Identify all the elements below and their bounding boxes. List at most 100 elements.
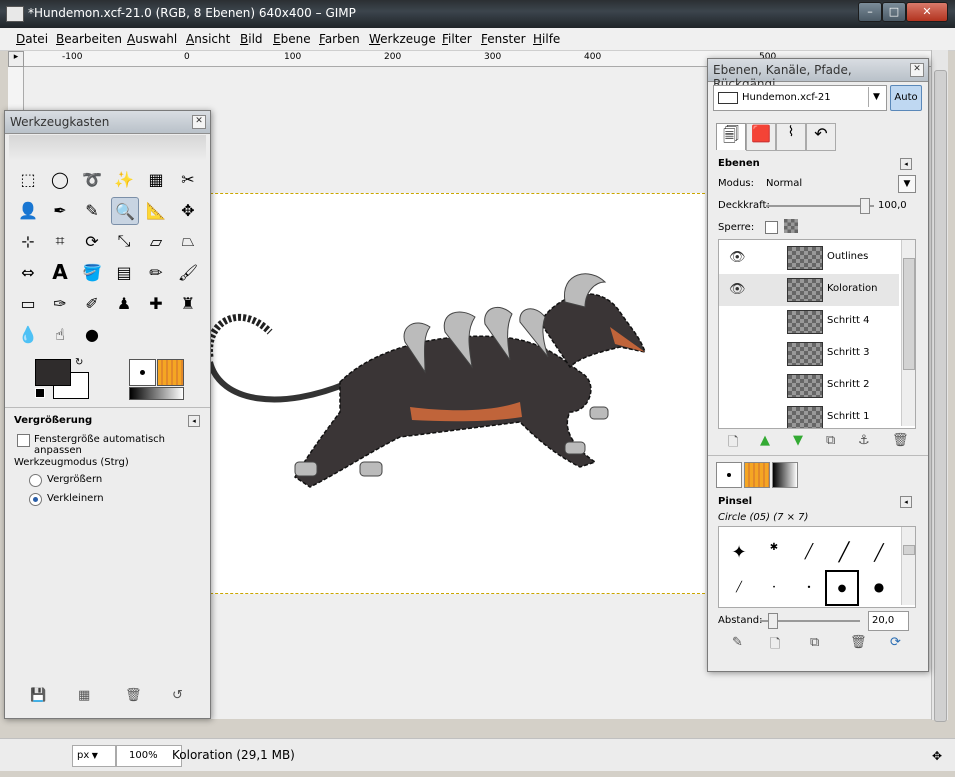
anchor-layer-icon[interactable]: ⚓	[858, 433, 870, 448]
zoom-out-radio[interactable]	[29, 493, 42, 506]
fuzzy-select-tool-icon[interactable]: ✨	[111, 166, 137, 192]
tab-gradients-icon[interactable]	[772, 462, 798, 488]
bucket-fill-tool-icon[interactable]: 🪣	[79, 259, 105, 285]
tab-brushes-icon[interactable]	[716, 462, 742, 488]
menu-datei[interactable]: Datei	[16, 32, 48, 46]
brush-selected-circle[interactable]: ●	[825, 570, 859, 606]
edit-brush-icon[interactable]: ✎	[732, 635, 743, 650]
spacing-input[interactable]: 20,0	[868, 611, 909, 631]
delete-options-icon[interactable]: 🗑	[125, 688, 142, 703]
brush-item[interactable]: •	[794, 572, 824, 602]
align-tool-icon[interactable]: ⊹	[15, 228, 41, 254]
tab-paths-icon[interactable]: ⌇	[776, 123, 806, 151]
dock-close-button[interactable]: ✕	[910, 63, 924, 77]
crop-tool-icon[interactable]: ⌗	[47, 228, 73, 254]
brush-item[interactable]: ╱	[794, 537, 824, 567]
move-tool-icon[interactable]: ✥	[175, 197, 201, 223]
vertical-scrollbar[interactable]	[931, 50, 948, 722]
brush-grid-scrollbar[interactable]	[901, 527, 915, 605]
ruler-corner-menu-button[interactable]: ▸	[8, 51, 24, 67]
scissors-tool-icon[interactable]: ✂	[175, 166, 201, 192]
layer-row[interactable]: Schritt 4	[719, 306, 899, 338]
layer-row[interactable]: Schritt 2	[719, 370, 899, 402]
layers-menu-icon[interactable]: ◂	[900, 158, 912, 170]
rect-select-tool-icon[interactable]: ⬚	[15, 166, 41, 192]
gradient-indicator[interactable]	[129, 387, 184, 400]
visibility-eye-icon[interactable]: 👁	[729, 250, 746, 265]
tool-options-menu-icon[interactable]: ◂	[188, 415, 200, 427]
opacity-slider-handle[interactable]	[860, 198, 870, 214]
menu-ebene[interactable]: Ebene	[273, 32, 311, 46]
brush-item[interactable]: ╱	[864, 537, 894, 567]
menu-fenster[interactable]: Fenster	[481, 32, 526, 46]
flip-tool-icon[interactable]: ⇔	[15, 259, 41, 285]
layer-scrollbar-thumb[interactable]	[903, 258, 915, 370]
spacing-slider-handle[interactable]	[768, 613, 778, 629]
color-picker-tool-icon[interactable]: ✎	[79, 197, 105, 223]
restore-options-icon[interactable]: ▦	[78, 688, 90, 703]
ink-tool-icon[interactable]: ✐	[79, 290, 105, 316]
brush-item[interactable]: ●	[864, 572, 894, 602]
tab-layers-icon[interactable]: 🗐	[716, 123, 746, 150]
lock-pixels-checkbox[interactable]	[765, 221, 778, 234]
zoom-tool-icon[interactable]: 🔍	[111, 197, 139, 225]
new-layer-icon[interactable]: 🗋	[728, 433, 738, 455]
paintbrush-tool-icon[interactable]: 🖌	[175, 259, 201, 285]
menu-farben[interactable]: Farben	[319, 32, 360, 46]
free-select-tool-icon[interactable]: ➰	[79, 166, 105, 192]
menu-auswahl[interactable]: Auswahl	[127, 32, 177, 46]
foreground-color-swatch-top[interactable]	[35, 359, 71, 386]
image-select[interactable]: Hundemon.xcf-21	[713, 85, 887, 111]
unit-select[interactable]: px ▼	[72, 745, 116, 767]
save-options-icon[interactable]: 💾	[30, 688, 46, 703]
tab-channels-icon[interactable]: 🟥	[746, 123, 776, 151]
new-brush-icon[interactable]: 🗋	[770, 635, 780, 657]
opacity-slider-track[interactable]	[766, 205, 874, 207]
layer-list-scrollbar[interactable]	[901, 240, 915, 426]
tab-patterns-icon[interactable]	[744, 462, 770, 488]
mode-dropdown-arrow-icon[interactable]: ▼	[898, 175, 916, 193]
lock-alpha-icon[interactable]	[784, 219, 798, 233]
clone-tool-icon[interactable]: ♟	[111, 290, 137, 316]
brush-item[interactable]: •	[759, 572, 789, 602]
auto-button[interactable]: Auto	[890, 85, 922, 111]
reset-options-icon[interactable]: ↺	[172, 688, 183, 703]
raise-layer-icon[interactable]: ▲	[760, 433, 770, 448]
ellipse-select-tool-icon[interactable]: ◯	[47, 166, 73, 192]
menu-filter[interactable]: Filter	[442, 32, 472, 46]
maximize-button[interactable]: □	[882, 2, 906, 22]
scrollbar-thumb[interactable]	[934, 70, 947, 722]
image-select-arrow-icon[interactable]: ▼	[868, 87, 884, 107]
scale-tool-icon[interactable]: ⤡	[111, 228, 137, 254]
menu-ansicht[interactable]: Ansicht	[186, 32, 230, 46]
minimize-button[interactable]: –	[858, 2, 882, 22]
layer-row[interactable]: 👁 Outlines	[719, 242, 899, 274]
blur-tool-icon[interactable]: 💧	[15, 321, 41, 347]
pencil-tool-icon[interactable]: ✏	[143, 259, 169, 285]
rotate-tool-icon[interactable]: ⟳	[79, 228, 105, 254]
brush-scrollbar-thumb[interactable]	[903, 545, 915, 555]
toolbox-close-button[interactable]: ✕	[192, 115, 206, 129]
zoom-in-radio[interactable]	[29, 474, 42, 487]
close-button[interactable]: ✕	[906, 2, 948, 22]
text-tool-icon[interactable]: A	[47, 259, 73, 285]
swap-colors-icon[interactable]: ↻	[75, 357, 83, 368]
smudge-tool-icon[interactable]: ☝	[47, 321, 73, 347]
opacity-value[interactable]: 100,0	[878, 200, 907, 211]
color-select-tool-icon[interactable]: ▦	[143, 166, 169, 192]
duplicate-layer-icon[interactable]: ⧉	[826, 433, 835, 448]
delete-brush-icon[interactable]: 🗑	[850, 635, 867, 650]
foreground-select-tool-icon[interactable]: 👤	[15, 197, 41, 223]
mode-value[interactable]: Normal	[766, 178, 802, 189]
menu-bild[interactable]: Bild	[240, 32, 263, 46]
blend-tool-icon[interactable]: ▤	[111, 259, 137, 285]
layer-row[interactable]: Schritt 3	[719, 338, 899, 370]
brush-sparkle-icon[interactable]: ✦	[724, 537, 754, 567]
brush-item[interactable]: ╱	[724, 572, 754, 602]
layer-row-selected[interactable]: 👁 Koloration	[719, 274, 899, 306]
paths-tool-icon[interactable]: ✒	[47, 197, 73, 223]
menu-hilfe[interactable]: Hilfe	[533, 32, 560, 46]
measure-tool-icon[interactable]: 📐	[143, 197, 169, 223]
auto-resize-checkbox[interactable]	[17, 434, 30, 447]
heal-tool-icon[interactable]: ✚	[143, 290, 169, 316]
